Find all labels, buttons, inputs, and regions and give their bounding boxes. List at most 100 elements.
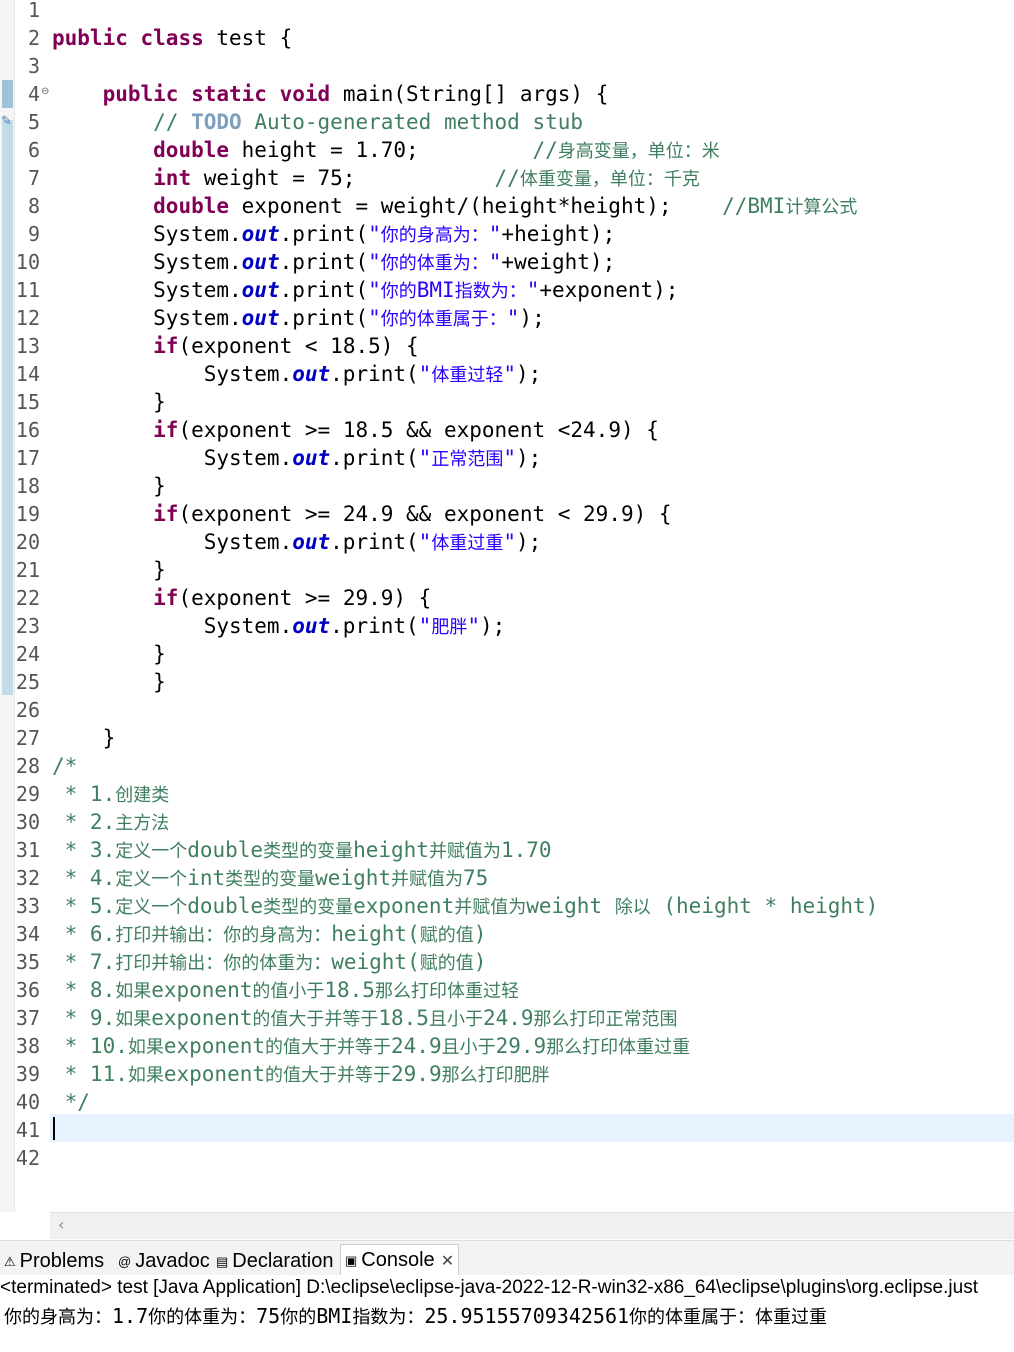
line-code: System.out.print("你的体重为："+weight); bbox=[52, 250, 616, 274]
line-number: 13 bbox=[15, 334, 40, 358]
line-code: } bbox=[52, 390, 166, 414]
close-icon[interactable]: ✕ bbox=[441, 1253, 454, 1270]
line-number: 33 bbox=[15, 894, 40, 918]
line-code: int weight = 75; //体重变量，单位：千克 bbox=[153, 166, 700, 190]
change-marker bbox=[2, 80, 13, 108]
line-code: System.out.print("正常范围"); bbox=[52, 446, 542, 470]
line-number: 12 bbox=[15, 306, 40, 330]
bottom-panel-tabs: ⚠ Problems @ Javadoc ▤ Declaration ▣ Console… bbox=[0, 1240, 1014, 1275]
line-number: 38 bbox=[15, 1034, 40, 1058]
line-number: 42 bbox=[15, 1146, 40, 1170]
console-status-line: <terminated> test [Java Application] D:\… bbox=[0, 1277, 978, 1298]
line-number: 8 bbox=[27, 194, 40, 218]
line-code: * 10.如果exponent的值大于并等于24.9且小于29.9那么打印体重过… bbox=[52, 1034, 691, 1058]
line-number: 11 bbox=[15, 278, 40, 302]
line-number: 27 bbox=[15, 726, 40, 750]
line-code: * 7.打印并输出：你的体重为：weight(赋的值) bbox=[52, 950, 487, 974]
line-number: 29 bbox=[15, 782, 40, 806]
line-number: 16 bbox=[15, 418, 40, 442]
problems-icon: ⚠ bbox=[4, 1253, 16, 1269]
line-number: 14 bbox=[15, 362, 40, 386]
line-number: 10 bbox=[15, 250, 40, 274]
line-code: double exponent = weight/(height*height)… bbox=[153, 194, 858, 218]
line-code: System.out.print("肥胖"); bbox=[52, 614, 506, 638]
line-code: public static void main(String[] args) { bbox=[102, 82, 609, 106]
tab-declaration[interactable]: ▤ Declaration bbox=[216, 1248, 333, 1274]
line-number: 34 bbox=[15, 922, 40, 946]
line-code: System.out.print("你的体重属于："); bbox=[52, 306, 545, 330]
line-code: } bbox=[52, 474, 166, 498]
line-number: 25 bbox=[15, 670, 40, 694]
line-number: 2 bbox=[27, 26, 40, 50]
line-code: double height = 1.70; //身高变量，单位：米 bbox=[153, 138, 720, 162]
line-number: 26 bbox=[15, 698, 40, 722]
line-number: 41 bbox=[15, 1118, 40, 1142]
line-number: 18 bbox=[15, 474, 40, 498]
line-number: 19 bbox=[15, 502, 40, 526]
line-code: */ bbox=[52, 1090, 90, 1114]
line-code: System.out.print("你的BMI指数为："+exponent); bbox=[52, 278, 679, 302]
line-code: * 5.定义一个double类型的变量exponent并赋值为weight 除以… bbox=[52, 894, 879, 918]
line-code: if(exponent < 18.5) { bbox=[153, 334, 419, 358]
line-code: // TODO Auto-generated method stub bbox=[153, 110, 584, 134]
line-number: 40 bbox=[15, 1090, 40, 1114]
line-number: 20 bbox=[15, 530, 40, 554]
line-number: 21 bbox=[15, 558, 40, 582]
line-number: 4 bbox=[27, 82, 40, 106]
line-number: 9 bbox=[27, 222, 40, 246]
horizontal-scrollbar[interactable]: ‹ bbox=[50, 1212, 1014, 1239]
console-icon: ▣ bbox=[345, 1252, 358, 1268]
change-marker bbox=[2, 120, 13, 695]
line-code: System.out.print("体重过轻"); bbox=[52, 362, 542, 386]
line-number: 35 bbox=[15, 950, 40, 974]
code-editor[interactable]: ⊖ ✎ 1 2 public class test {3 4 public stati… bbox=[0, 0, 1014, 1212]
tab-label: Declaration bbox=[232, 1250, 334, 1272]
line-code: System.out.print("你的身高为："+height); bbox=[52, 222, 616, 246]
line-code: if(exponent >= 24.9 && exponent < 29.9) … bbox=[153, 502, 672, 526]
line-code: * 3.定义一个double类型的变量height并赋值为1.70 bbox=[52, 838, 552, 862]
line-number: 23 bbox=[15, 614, 40, 638]
javadoc-icon: @ bbox=[118, 1253, 132, 1269]
tab-problems[interactable]: ⚠ Problems bbox=[4, 1248, 104, 1274]
tab-console[interactable]: ▣ Console ✕ bbox=[340, 1244, 460, 1275]
line-number: 6 bbox=[27, 138, 40, 162]
line-code: if(exponent >= 29.9) { bbox=[153, 586, 432, 610]
line-code: * 9.如果exponent的值大于并等于18.5且小于24.9那么打印正常范围 bbox=[52, 1006, 678, 1030]
line-number: 3 bbox=[27, 54, 40, 78]
line-number: 31 bbox=[15, 838, 40, 862]
line-code: public class test { bbox=[52, 26, 293, 50]
line-code: } bbox=[52, 670, 166, 694]
line-code: * 2.主方法 bbox=[52, 810, 170, 834]
line-number: 22 bbox=[15, 586, 40, 610]
line-number: 24 bbox=[15, 642, 40, 666]
line-number: 30 bbox=[15, 810, 40, 834]
line-code: /* bbox=[52, 754, 78, 778]
line-number: 37 bbox=[15, 1006, 40, 1030]
line-code: * 1.创建类 bbox=[52, 782, 170, 806]
line-number: 39 bbox=[15, 1062, 40, 1086]
text-caret bbox=[53, 1117, 55, 1140]
tab-label: Problems bbox=[19, 1250, 105, 1272]
line-code: } bbox=[52, 726, 116, 750]
line-number: 28 bbox=[15, 754, 40, 778]
console-output: 你的身高为：1.7你的体重为：75你的BMI指数为：25.95155709342… bbox=[4, 1304, 828, 1328]
line-code: * 4.定义一个int类型的变量weight并赋值为75 bbox=[52, 866, 489, 890]
tab-javadoc[interactable]: @ Javadoc bbox=[118, 1248, 210, 1274]
line-code: if(exponent >= 18.5 && exponent <24.9) { bbox=[153, 418, 659, 442]
line-number: 5 bbox=[27, 110, 40, 134]
line-code: } bbox=[52, 642, 166, 666]
declaration-icon: ▤ bbox=[216, 1253, 229, 1269]
line-number: 1 bbox=[27, 0, 40, 22]
tab-label: Javadoc bbox=[135, 1250, 210, 1272]
line-code: * 8.如果exponent的值小于18.5那么打印体重过轻 bbox=[52, 978, 519, 1002]
line-number: 36 bbox=[15, 978, 40, 1002]
line-code: } bbox=[52, 558, 166, 582]
line-number: 15 bbox=[15, 390, 40, 414]
line-number: 17 bbox=[15, 446, 40, 470]
scroll-left-icon[interactable]: ‹ bbox=[58, 1215, 64, 1234]
fold-toggle-icon[interactable]: ⊖ bbox=[41, 86, 49, 97]
tab-label: Console bbox=[361, 1249, 435, 1271]
line-code: * 6.打印并输出：你的身高为：height(赋的值) bbox=[52, 922, 487, 946]
line-number: 7 bbox=[27, 166, 40, 190]
task-marker-icon: ✎ bbox=[1, 114, 12, 129]
